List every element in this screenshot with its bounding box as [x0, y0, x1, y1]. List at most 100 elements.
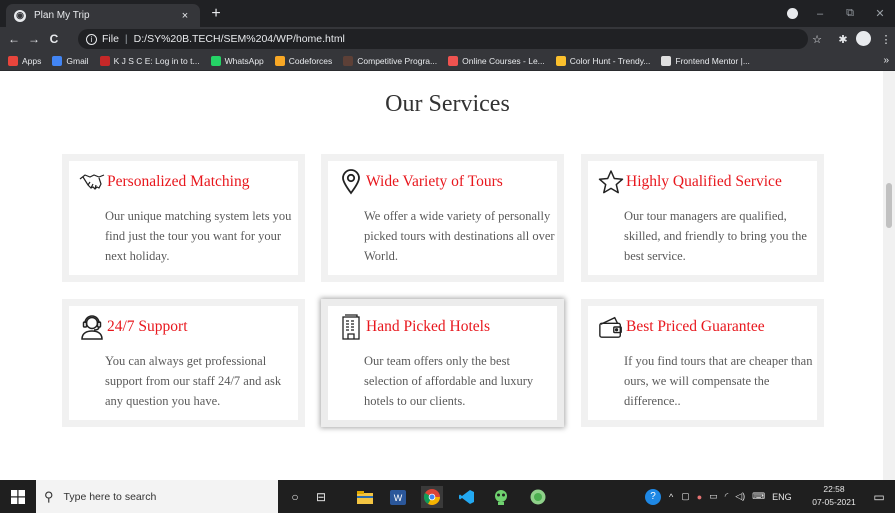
- colorful-tray-icon[interactable]: ●: [697, 492, 702, 502]
- system-tray: ? ^ ▢ ● ▭ ◜ ◁) ⌨ ENG: [645, 480, 792, 513]
- volume-icon[interactable]: ◁): [735, 491, 745, 502]
- url-text: D:/SY%20B.TECH/SEM%204/WP/home.html: [133, 33, 345, 45]
- wifi-icon[interactable]: ◜: [725, 491, 729, 502]
- reload-button[interactable]: C: [44, 32, 64, 46]
- bookmark-favicon-icon: [8, 55, 18, 66]
- bookmark-item[interactable]: Gmail: [52, 55, 89, 66]
- service-title: Wide Variety of Tours: [366, 173, 503, 190]
- browser-tab[interactable]: ◉ Plan My Trip ×: [6, 4, 200, 27]
- battery-icon[interactable]: ▭: [709, 491, 718, 502]
- profile-avatar[interactable]: [856, 31, 871, 46]
- location-pin-icon: [338, 169, 364, 195]
- service-card-best-price: Best Priced Guarantee If you find tours …: [581, 299, 824, 427]
- clock-date: 07-05-2021: [812, 497, 856, 507]
- service-card-wide-variety: Wide Variety of Tours We offer a wide va…: [321, 154, 564, 282]
- task-view-icon[interactable]: ⊟: [310, 486, 332, 508]
- browser-titlebar: ◉ Plan My Trip × + – ⧉ ✕: [0, 0, 895, 27]
- service-card-support: 24/7 Support You can always get professi…: [62, 299, 305, 427]
- bookmark-label: Codeforces: [288, 55, 333, 66]
- service-title: Personalized Matching: [107, 173, 250, 190]
- star-icon: [598, 169, 624, 195]
- taskbar-search-input[interactable]: ⚲ Type here to search: [36, 480, 278, 513]
- service-description: Our team offers only the best selection …: [364, 354, 534, 408]
- support-agent-icon: [79, 314, 105, 340]
- word-icon[interactable]: W: [387, 486, 409, 508]
- bookmark-item[interactable]: Online Courses - Le...: [448, 55, 545, 66]
- taskbar-clock[interactable]: 22:58 07-05-2021: [812, 483, 856, 509]
- bookmark-label: Gmail: [66, 55, 89, 66]
- chevron-up-icon[interactable]: ^: [669, 492, 673, 502]
- bookmark-star-icon[interactable]: ☆: [808, 27, 826, 51]
- search-icon: ⚲: [44, 488, 54, 504]
- forward-button[interactable]: →: [24, 32, 44, 46]
- hotel-icon: [338, 314, 364, 340]
- service-card-qualified-service: Highly Qualified Service Our tour manage…: [581, 154, 824, 282]
- bookmark-item[interactable]: Codeforces: [274, 55, 333, 66]
- green-app-icon[interactable]: [527, 486, 549, 508]
- language-indicator[interactable]: ENG: [772, 492, 792, 502]
- bookmarks-overflow-button[interactable]: »: [883, 51, 889, 71]
- bookmark-label: Frontend Mentor |...: [675, 55, 750, 66]
- file-explorer-icon[interactable]: [354, 486, 376, 508]
- bookmark-favicon-icon: [661, 55, 672, 66]
- new-tab-button[interactable]: +: [206, 4, 226, 24]
- bookmark-label: WhatsApp: [224, 55, 264, 66]
- service-description: We offer a wide variety of personally pi…: [364, 209, 555, 263]
- bookmark-favicon-icon: [210, 55, 221, 66]
- page-content: Our Services Personalized Matching Our u…: [0, 71, 883, 480]
- bookmark-item[interactable]: Color Hunt - Trendy...: [555, 55, 651, 66]
- notifications-icon[interactable]: ▭: [868, 486, 890, 508]
- vscode-icon[interactable]: [456, 486, 478, 508]
- alien-app-icon[interactable]: [490, 486, 512, 508]
- bookmark-favicon-icon: [448, 55, 459, 66]
- close-window-button[interactable]: ✕: [865, 0, 895, 27]
- url-separator: |: [124, 33, 128, 45]
- bookmark-label: Color Hunt - Trendy...: [569, 55, 651, 66]
- bookmarks-bar: Apps Gmail K J S C E: Log in to t... WhatsA…: [0, 51, 895, 71]
- page-scrollbar[interactable]: [883, 71, 895, 480]
- bookmark-favicon-icon: [555, 55, 566, 66]
- recording-indicator-icon[interactable]: [787, 8, 798, 19]
- info-icon[interactable]: i: [86, 33, 97, 45]
- keyboard-icon[interactable]: ⌨: [752, 491, 765, 502]
- url-scheme-label: File: [102, 33, 119, 45]
- search-placeholder: Type here to search: [63, 490, 157, 503]
- service-card-hand-picked-hotels[interactable]: Hand Picked Hotels Our team offers only …: [321, 299, 564, 427]
- globe-icon: ◉: [14, 9, 26, 22]
- service-description: Our tour managers are qualified, skilled…: [624, 209, 807, 263]
- bookmark-item[interactable]: K J S C E: Log in to t...: [99, 55, 200, 66]
- bookmark-item[interactable]: WhatsApp: [210, 55, 264, 66]
- back-button[interactable]: ←: [4, 32, 24, 46]
- bookmark-favicon-icon: [99, 55, 110, 66]
- service-title: Highly Qualified Service: [626, 173, 782, 190]
- bookmark-label: Competitive Progra...: [357, 55, 438, 66]
- service-description: You can always get professional support …: [105, 354, 282, 408]
- service-title: Hand Picked Hotels: [366, 318, 490, 335]
- service-title: 24/7 Support: [107, 318, 188, 335]
- page-title: Our Services: [385, 91, 510, 117]
- clock-time: 22:58: [823, 484, 845, 494]
- bookmark-label: Online Courses - Le...: [462, 55, 545, 66]
- tab-close-button[interactable]: ×: [178, 10, 192, 22]
- bookmark-item[interactable]: Competitive Progra...: [343, 55, 438, 66]
- chrome-icon[interactable]: [421, 486, 443, 508]
- bookmark-item[interactable]: Apps: [8, 55, 41, 66]
- service-title: Best Priced Guarantee: [626, 318, 765, 335]
- bookmark-item[interactable]: Frontend Mentor |...: [661, 55, 750, 66]
- windows-start-button[interactable]: [0, 480, 36, 513]
- browser-menu-icon[interactable]: ⋮: [877, 27, 895, 51]
- cortana-icon[interactable]: ○: [284, 486, 306, 508]
- address-bar[interactable]: i File | D:/SY%20B.TECH/SEM%204/WP/home.…: [78, 29, 808, 49]
- help-icon[interactable]: ?: [645, 488, 661, 505]
- restore-button[interactable]: ⧉: [835, 0, 865, 27]
- bookmark-favicon-icon: [52, 55, 63, 66]
- wallet-icon: [598, 314, 624, 340]
- app-tray-icon[interactable]: ▢: [681, 491, 690, 502]
- tab-title: Plan My Trip: [34, 10, 90, 21]
- windows-logo-icon: [11, 489, 25, 504]
- bookmark-label: K J S C E: Log in to t...: [113, 55, 200, 66]
- extensions-icon[interactable]: ✱: [834, 27, 852, 51]
- minimize-button[interactable]: –: [805, 0, 835, 27]
- scrollbar-thumb[interactable]: [886, 183, 892, 228]
- handshake-icon: [79, 169, 105, 195]
